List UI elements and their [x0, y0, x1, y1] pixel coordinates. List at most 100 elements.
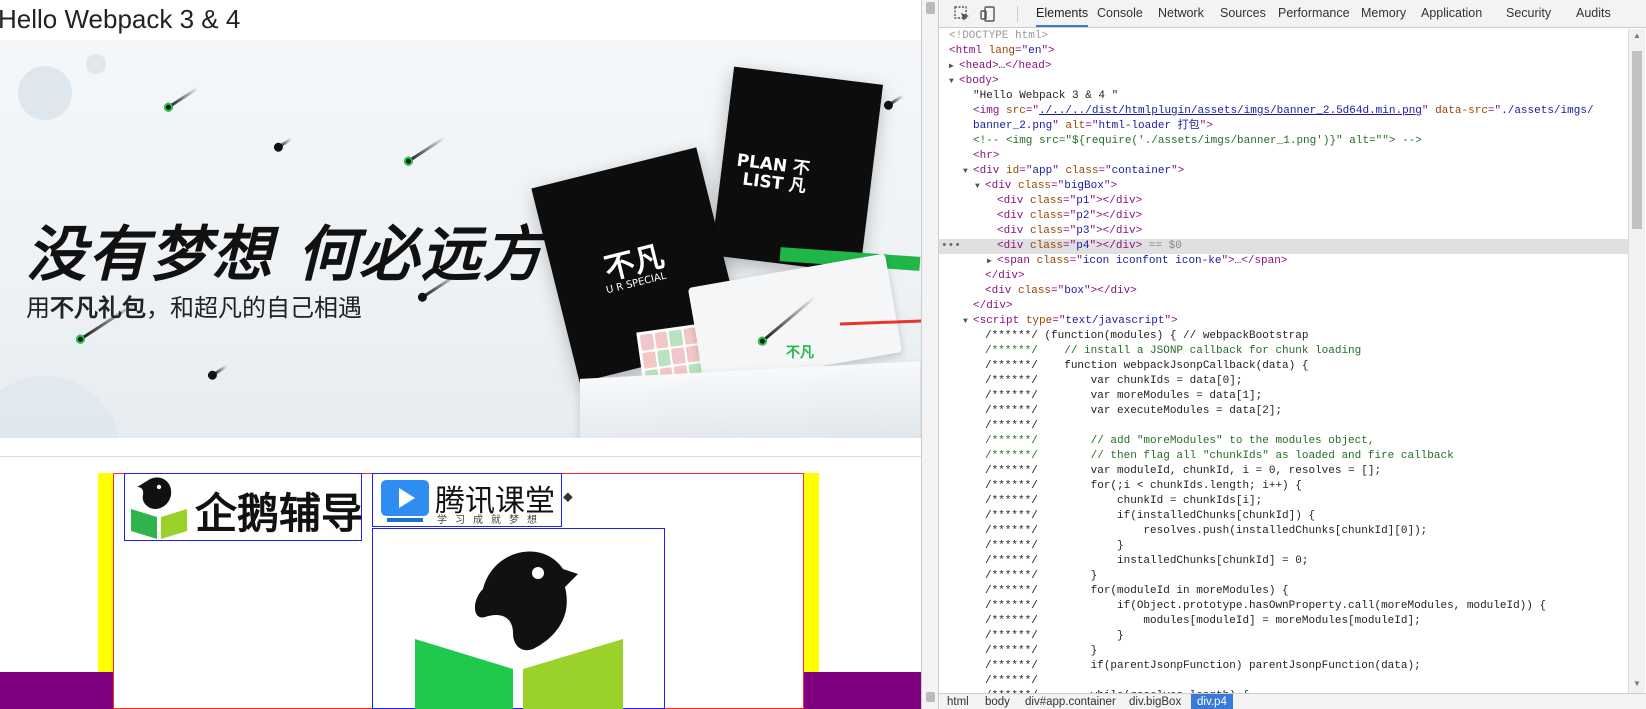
dom-node-span-icon[interactable]: ▶ <span class="icon iconfont icon-ke">…</…: [939, 254, 1628, 269]
tab-security[interactable]: Security: [1506, 0, 1551, 27]
scroll-up-icon[interactable]: ▲: [1633, 31, 1641, 40]
card-plan-list: PLAN 不 LIST 凡: [710, 66, 884, 274]
breadcrumb-div-app[interactable]: div#app.container: [1025, 694, 1116, 709]
script-line[interactable]: /******/ }: [939, 569, 1628, 584]
script-line[interactable]: /******/ }: [939, 644, 1628, 659]
more-options-icon[interactable]: •••: [941, 239, 961, 254]
bubble: [0, 376, 120, 438]
dom-node-div-p3[interactable]: <div class="p3"></div>: [939, 224, 1628, 239]
banner-slogan: 没有梦想 何必远方: [26, 220, 545, 290]
logo-ke-tagline: 学习成就梦想: [437, 515, 545, 526]
dom-node-img[interactable]: <img src="./../../dist/htmlplugin/assets…: [939, 104, 1628, 119]
elements-scrollbar[interactable]: ▲ ▼: [1628, 29, 1645, 693]
script-line[interactable]: /******/ var moduleId, chunkId, i = 0, r…: [939, 464, 1628, 479]
dom-node-script[interactable]: ▼ <script type="text/javascript">: [939, 314, 1628, 329]
dom-node-div-p4-selected[interactable]: ••• <div class="p4"></div> == $0: [939, 239, 1628, 254]
dom-node-html[interactable]: <html lang="en">: [939, 44, 1628, 59]
script-line[interactable]: /******/ // then flag all "chunkIds" as …: [939, 449, 1628, 464]
dom-node-text[interactable]: "Hello Webpack 3 & 4 ": [939, 89, 1628, 104]
tab-performance[interactable]: Performance: [1278, 0, 1350, 27]
script-line[interactable]: /******/ modules[moduleId] = moreModules…: [939, 614, 1628, 629]
script-line[interactable]: /******/ function webpackJsonpCallback(d…: [939, 359, 1628, 374]
page-title: Hello Webpack 3 & 4: [0, 4, 241, 34]
tab-audits[interactable]: Audits: [1576, 0, 1611, 27]
dom-node-div-bigbox[interactable]: ▼ <div class="bigBox">: [939, 179, 1628, 194]
inspect-element-icon[interactable]: [953, 5, 971, 23]
script-line-text: /******/ resolves.push(installedChunks[c…: [985, 525, 1428, 537]
script-line[interactable]: /******/ if(Object.prototype.hasOwnPrope…: [939, 599, 1628, 614]
logo-qie-text: 企鹅辅导: [195, 489, 364, 538]
dom-node-close-bigbox[interactable]: </div>: [939, 269, 1628, 284]
script-line[interactable]: /******/ (function(modules) { // webpack…: [939, 329, 1628, 344]
collapse-triangle-icon[interactable]: ▼: [949, 74, 959, 89]
subslogan-bold: 不凡礼包: [50, 294, 146, 322]
breadcrumb-body[interactable]: body: [985, 694, 1010, 709]
red-arrow-annotation: [839, 319, 921, 326]
tab-sources[interactable]: Sources: [1220, 0, 1266, 27]
breadcrumb-div-bigbox[interactable]: div.bigBox: [1129, 694, 1181, 709]
devtools-panel: Elements Console Network Sources Perform…: [921, 0, 1646, 709]
p1-logo-qie: 企鹅辅导: [124, 473, 364, 541]
script-line[interactable]: /******/ resolves.push(installedChunks[c…: [939, 524, 1628, 539]
script-line-text: /******/ }: [985, 570, 1098, 582]
script-line[interactable]: /******/ if(parentJsonpFunction) parentJ…: [939, 659, 1628, 674]
script-line[interactable]: /******/: [939, 419, 1628, 434]
dom-node-comment[interactable]: <!-- <img src="${require('./assets/imgs/…: [939, 134, 1628, 149]
script-line[interactable]: /******/: [939, 674, 1628, 689]
banner-subslogan: 用不凡礼包，和超凡的自己相遇: [26, 288, 362, 323]
breadcrumb-div-p4[interactable]: div.p4: [1191, 694, 1233, 709]
expand-triangle-icon[interactable]: ▶: [949, 59, 959, 74]
expand-triangle-icon[interactable]: ▶: [987, 254, 997, 269]
script-line[interactable]: /******/ var moreModules = data[1];: [939, 389, 1628, 404]
tab-network[interactable]: Network: [1158, 0, 1204, 27]
script-line-text: /******/ if(Object.prototype.hasOwnPrope…: [985, 600, 1547, 612]
script-line[interactable]: /******/ var chunkIds = data[0];: [939, 374, 1628, 389]
collapse-triangle-icon[interactable]: ▼: [963, 314, 973, 329]
script-line[interactable]: /******/ }: [939, 629, 1628, 644]
script-line[interactable]: /******/ var executeModules = data[2];: [939, 404, 1628, 419]
meteor: [887, 94, 904, 107]
script-line-text: /******/ var executeModules = data[2];: [985, 405, 1283, 417]
script-line[interactable]: /******/ // install a JSONP callback for…: [939, 344, 1628, 359]
gift-box-brand: 不凡: [786, 345, 814, 361]
breadcrumb-html[interactable]: html: [947, 694, 969, 709]
dom-node-doctype[interactable]: <!DOCTYPE html>: [939, 29, 1628, 44]
toolbar-separator: [1017, 6, 1018, 22]
device-toolbar-icon[interactable]: [979, 5, 997, 23]
script-line[interactable]: /******/ installedChunks[chunkId] = 0;: [939, 554, 1628, 569]
devtools-toolbar: Elements Console Network Sources Perform…: [939, 0, 1646, 28]
dom-node-head[interactable]: ▶ <head>…</head>: [939, 59, 1628, 74]
script-line[interactable]: /******/ }: [939, 539, 1628, 554]
dom-node-div-box[interactable]: <div class="box"></div>: [939, 284, 1628, 299]
dom-node-div-p2[interactable]: <div class="p2"></div>: [939, 209, 1628, 224]
collapse-triangle-icon[interactable]: ▼: [963, 164, 973, 179]
script-line[interactable]: /******/ for(;i < chunkIds.length; i++) …: [939, 479, 1628, 494]
script-line[interactable]: /******/ chunkId = chunkIds[i];: [939, 494, 1628, 509]
scroll-down-icon[interactable]: ▼: [1633, 679, 1641, 688]
dom-node-img-cont[interactable]: banner_2.png" alt="html-loader 打包">: [939, 119, 1628, 134]
tab-console[interactable]: Console: [1097, 0, 1143, 27]
script-line-text: /******/ if(parentJsonpFunction) parentJ…: [985, 660, 1421, 672]
subslogan-rest: ，和超凡的自己相遇: [146, 294, 362, 322]
tab-memory[interactable]: Memory: [1361, 0, 1406, 27]
script-line-text: /******/ installedChunks[chunkId] = 0;: [985, 555, 1309, 567]
elements-tree: <!DOCTYPE html> <html lang="en"> ▶ <head>…: [939, 29, 1628, 693]
script-line[interactable]: /******/ for(moduleId in moreModules) {: [939, 584, 1628, 599]
script-line-text: /******/ var moreModules = data[1];: [985, 390, 1263, 402]
dom-node-hr[interactable]: <hr>: [939, 149, 1628, 164]
dom-node-close-app[interactable]: </div>: [939, 299, 1628, 314]
script-line[interactable]: /******/ // add "moreModules" to the mod…: [939, 434, 1628, 449]
tab-elements[interactable]: Elements: [1036, 0, 1089, 27]
scrollbar-thumb[interactable]: [1632, 51, 1642, 229]
dom-node-div-app[interactable]: ▼ <div id="app" class="container">: [939, 164, 1628, 179]
subslogan-prefix: 用: [26, 294, 50, 322]
tab-application[interactable]: Application: [1421, 0, 1482, 27]
script-line-text: /******/ }: [985, 630, 1124, 642]
penguin-large-icon: [415, 551, 623, 709]
collapse-triangle-icon[interactable]: ▼: [975, 179, 985, 194]
script-line[interactable]: /******/ if(installedChunks[chunkId]) {: [939, 509, 1628, 524]
script-line-text: /******/ var chunkIds = data[0];: [985, 375, 1243, 387]
dom-node-body[interactable]: ▼ <body>: [939, 74, 1628, 89]
devtools-left-scrollbar[interactable]: [922, 0, 939, 709]
dom-node-div-p1[interactable]: <div class="p1"></div>: [939, 194, 1628, 209]
